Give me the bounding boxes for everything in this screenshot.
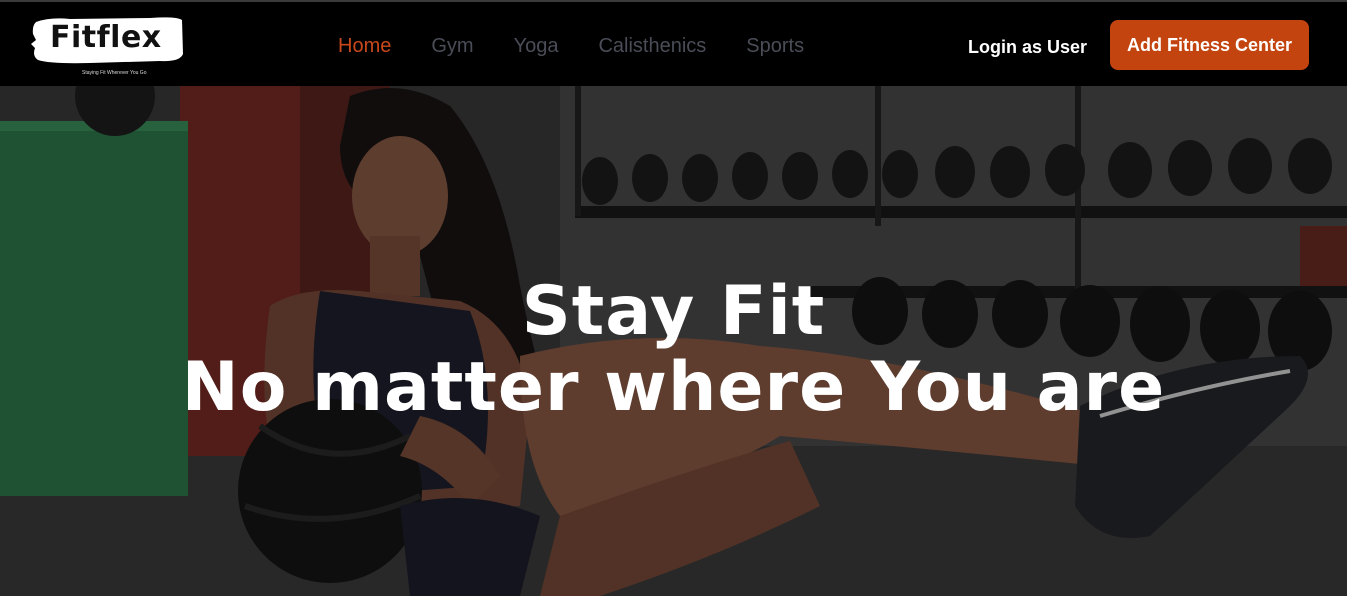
hero-headline-line2: No matter where You are [181,348,1166,427]
hero-headline-line1: Stay Fit [521,272,826,351]
main-nav: Home Gym Yoga Calisthenics Sports [338,35,844,58]
login-as-user-link[interactable]: Login as User [968,37,1087,58]
hero-banner: Stay Fit No matter where You are [0,86,1347,596]
nav-home[interactable]: Home [338,35,391,58]
nav-sports[interactable]: Sports [746,35,804,58]
add-fitness-center-button[interactable]: Add Fitness Center [1110,20,1309,70]
add-fitness-center-label: Add Fitness Center [1126,34,1293,55]
logo-tagline: Staying Fit Wherever You Go [82,70,147,76]
site-header: Fitflex Staying Fit Wherever You Go Home… [0,2,1347,86]
fitflex-logo[interactable]: Fitflex Staying Fit Wherever You Go [30,16,184,76]
logo-wordmark: Fitflex [50,20,162,55]
nav-yoga[interactable]: Yoga [514,35,559,58]
hero-headline: Stay Fit No matter where You are [0,274,1347,426]
nav-gym[interactable]: Gym [431,35,473,58]
nav-calisthenics[interactable]: Calisthenics [598,35,706,58]
